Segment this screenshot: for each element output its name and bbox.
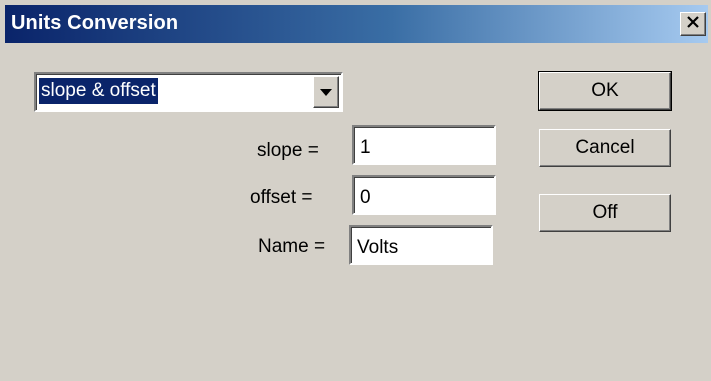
ok-button[interactable]: OK bbox=[538, 71, 672, 111]
slope-field[interactable] bbox=[352, 125, 496, 165]
conversion-mode-value: slope & offset bbox=[39, 78, 158, 104]
close-icon bbox=[686, 15, 700, 33]
off-button[interactable]: Off bbox=[539, 194, 671, 232]
conversion-mode-select[interactable]: slope & offset bbox=[34, 72, 343, 112]
slope-label: slope = bbox=[257, 140, 319, 161]
close-button[interactable] bbox=[680, 12, 706, 36]
offset-field[interactable] bbox=[352, 175, 496, 215]
offset-label: offset = bbox=[250, 187, 313, 208]
chevron-down-icon bbox=[320, 83, 332, 101]
window-title: Units Conversion bbox=[11, 12, 179, 34]
title-bar[interactable]: Units Conversion bbox=[5, 5, 708, 43]
units-conversion-dialog: Units Conversion slope & offset slope = … bbox=[0, 0, 711, 381]
name-label: Name = bbox=[258, 236, 326, 257]
name-field[interactable] bbox=[349, 225, 493, 265]
dropdown-button[interactable] bbox=[313, 76, 339, 108]
cancel-button[interactable]: Cancel bbox=[539, 129, 671, 167]
